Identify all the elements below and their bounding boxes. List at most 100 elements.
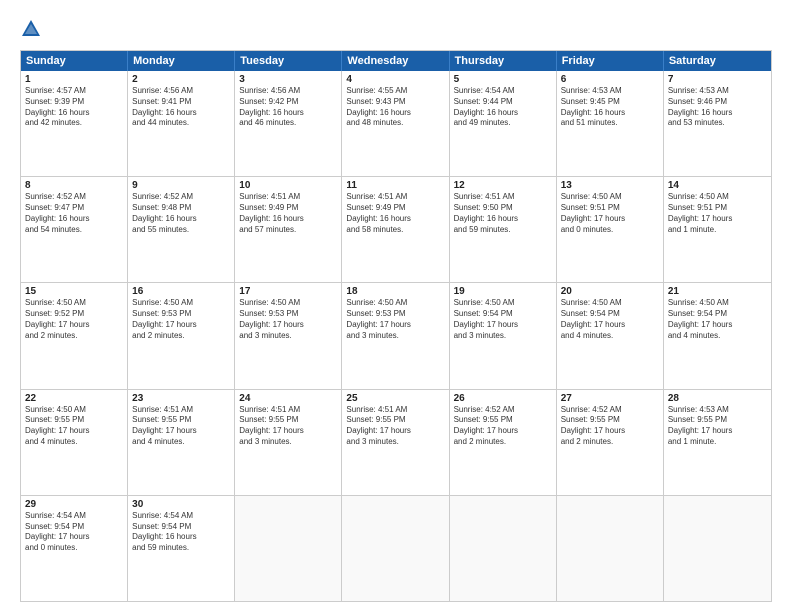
day-number: 18	[346, 286, 444, 297]
day-number: 30	[132, 499, 230, 510]
day-number: 24	[239, 393, 337, 404]
day-number: 8	[25, 180, 123, 191]
logo-icon	[20, 18, 42, 40]
day-number: 29	[25, 499, 123, 510]
cell-content: Sunrise: 4:56 AMSunset: 9:41 PMDaylight:…	[132, 86, 230, 129]
calendar-cell: 9Sunrise: 4:52 AMSunset: 9:48 PMDaylight…	[128, 177, 235, 282]
calendar-cell: 24Sunrise: 4:51 AMSunset: 9:55 PMDayligh…	[235, 390, 342, 495]
cell-content: Sunrise: 4:51 AMSunset: 9:55 PMDaylight:…	[132, 405, 230, 448]
calendar-cell: 28Sunrise: 4:53 AMSunset: 9:55 PMDayligh…	[664, 390, 771, 495]
day-number: 1	[25, 74, 123, 85]
logo	[20, 18, 48, 40]
day-number: 6	[561, 74, 659, 85]
calendar-header-day: Sunday	[21, 51, 128, 71]
calendar-cell: 27Sunrise: 4:52 AMSunset: 9:55 PMDayligh…	[557, 390, 664, 495]
day-number: 12	[454, 180, 552, 191]
cell-content: Sunrise: 4:50 AMSunset: 9:53 PMDaylight:…	[346, 298, 444, 341]
calendar-row: 15Sunrise: 4:50 AMSunset: 9:52 PMDayligh…	[21, 283, 771, 389]
cell-content: Sunrise: 4:53 AMSunset: 9:45 PMDaylight:…	[561, 86, 659, 129]
cell-content: Sunrise: 4:52 AMSunset: 9:55 PMDaylight:…	[561, 405, 659, 448]
calendar-cell: 22Sunrise: 4:50 AMSunset: 9:55 PMDayligh…	[21, 390, 128, 495]
header	[20, 18, 772, 40]
day-number: 11	[346, 180, 444, 191]
day-number: 7	[668, 74, 767, 85]
cell-content: Sunrise: 4:50 AMSunset: 9:54 PMDaylight:…	[668, 298, 767, 341]
calendar-row: 29 Sunrise: 4:54 AMSunset: 9:54 PMDayligh…	[21, 496, 771, 601]
calendar-row: 1Sunrise: 4:57 AMSunset: 9:39 PMDaylight…	[21, 71, 771, 177]
day-number: 3	[239, 74, 337, 85]
day-number: 4	[346, 74, 444, 85]
cell-content: Sunrise: 4:50 AMSunset: 9:51 PMDaylight:…	[561, 192, 659, 235]
calendar-cell: 26Sunrise: 4:52 AMSunset: 9:55 PMDayligh…	[450, 390, 557, 495]
day-number: 27	[561, 393, 659, 404]
calendar-cell: 21Sunrise: 4:50 AMSunset: 9:54 PMDayligh…	[664, 283, 771, 388]
calendar-cell: 10Sunrise: 4:51 AMSunset: 9:49 PMDayligh…	[235, 177, 342, 282]
day-number: 17	[239, 286, 337, 297]
calendar-cell	[557, 496, 664, 601]
day-number: 26	[454, 393, 552, 404]
calendar-header-day: Tuesday	[235, 51, 342, 71]
day-number: 20	[561, 286, 659, 297]
calendar-body: 1Sunrise: 4:57 AMSunset: 9:39 PMDaylight…	[21, 71, 771, 601]
cell-content: Sunrise: 4:55 AMSunset: 9:43 PMDaylight:…	[346, 86, 444, 129]
cell-content: Sunrise: 4:51 AMSunset: 9:49 PMDaylight:…	[239, 192, 337, 235]
calendar-cell: 8Sunrise: 4:52 AMSunset: 9:47 PMDaylight…	[21, 177, 128, 282]
calendar-cell: 19Sunrise: 4:50 AMSunset: 9:54 PMDayligh…	[450, 283, 557, 388]
cell-content: Sunrise: 4:56 AMSunset: 9:42 PMDaylight:…	[239, 86, 337, 129]
calendar-cell: 11Sunrise: 4:51 AMSunset: 9:49 PMDayligh…	[342, 177, 449, 282]
day-number: 19	[454, 286, 552, 297]
calendar-header-day: Saturday	[664, 51, 771, 71]
cell-content: Sunrise: 4:52 AMSunset: 9:48 PMDaylight:…	[132, 192, 230, 235]
calendar-cell: 17Sunrise: 4:50 AMSunset: 9:53 PMDayligh…	[235, 283, 342, 388]
cell-content: Sunrise: 4:54 AMSunset: 9:54 PMDaylight:…	[132, 511, 230, 554]
cell-content: Sunrise: 4:50 AMSunset: 9:53 PMDaylight:…	[239, 298, 337, 341]
cell-content: Sunrise: 4:51 AMSunset: 9:49 PMDaylight:…	[346, 192, 444, 235]
day-number: 23	[132, 393, 230, 404]
calendar-header-day: Wednesday	[342, 51, 449, 71]
day-number: 28	[668, 393, 767, 404]
calendar-cell: 13Sunrise: 4:50 AMSunset: 9:51 PMDayligh…	[557, 177, 664, 282]
cell-content: Sunrise: 4:57 AMSunset: 9:39 PMDaylight:…	[25, 86, 123, 129]
cell-content: Sunrise: 4:50 AMSunset: 9:52 PMDaylight:…	[25, 298, 123, 341]
calendar-cell: 14Sunrise: 4:50 AMSunset: 9:51 PMDayligh…	[664, 177, 771, 282]
day-number: 9	[132, 180, 230, 191]
calendar-header: SundayMondayTuesdayWednesdayThursdayFrid…	[21, 51, 771, 71]
cell-content: Sunrise: 4:51 AMSunset: 9:50 PMDaylight:…	[454, 192, 552, 235]
calendar-cell: 12Sunrise: 4:51 AMSunset: 9:50 PMDayligh…	[450, 177, 557, 282]
cell-content: Sunrise: 4:53 AMSunset: 9:46 PMDaylight:…	[668, 86, 767, 129]
page: SundayMondayTuesdayWednesdayThursdayFrid…	[0, 0, 792, 612]
calendar-cell	[342, 496, 449, 601]
cell-content: Sunrise: 4:54 AMSunset: 9:44 PMDaylight:…	[454, 86, 552, 129]
calendar-cell: 6Sunrise: 4:53 AMSunset: 9:45 PMDaylight…	[557, 71, 664, 176]
day-number: 13	[561, 180, 659, 191]
cell-content: Sunrise: 4:50 AMSunset: 9:51 PMDaylight:…	[668, 192, 767, 235]
calendar-row: 8Sunrise: 4:52 AMSunset: 9:47 PMDaylight…	[21, 177, 771, 283]
calendar-cell: 30Sunrise: 4:54 AMSunset: 9:54 PMDayligh…	[128, 496, 235, 601]
day-number: 21	[668, 286, 767, 297]
calendar-cell: 1Sunrise: 4:57 AMSunset: 9:39 PMDaylight…	[21, 71, 128, 176]
calendar-cell: 2Sunrise: 4:56 AMSunset: 9:41 PMDaylight…	[128, 71, 235, 176]
calendar-cell: 4Sunrise: 4:55 AMSunset: 9:43 PMDaylight…	[342, 71, 449, 176]
calendar-cell: 20Sunrise: 4:50 AMSunset: 9:54 PMDayligh…	[557, 283, 664, 388]
day-number: 16	[132, 286, 230, 297]
cell-content: Sunrise: 4:53 AMSunset: 9:55 PMDaylight:…	[668, 405, 767, 448]
cell-content: Sunrise: 4:52 AMSunset: 9:47 PMDaylight:…	[25, 192, 123, 235]
calendar-header-day: Monday	[128, 51, 235, 71]
calendar-cell	[664, 496, 771, 601]
cell-content: Sunrise: 4:51 AMSunset: 9:55 PMDaylight:…	[239, 405, 337, 448]
cell-content: Sunrise: 4:52 AMSunset: 9:55 PMDaylight:…	[454, 405, 552, 448]
cell-content: Sunrise: 4:50 AMSunset: 9:55 PMDaylight:…	[25, 405, 123, 448]
calendar-cell: 3Sunrise: 4:56 AMSunset: 9:42 PMDaylight…	[235, 71, 342, 176]
day-number: 25	[346, 393, 444, 404]
day-number: 15	[25, 286, 123, 297]
calendar-cell: 25Sunrise: 4:51 AMSunset: 9:55 PMDayligh…	[342, 390, 449, 495]
calendar-cell: 16Sunrise: 4:50 AMSunset: 9:53 PMDayligh…	[128, 283, 235, 388]
day-number: 2	[132, 74, 230, 85]
calendar-cell: 7Sunrise: 4:53 AMSunset: 9:46 PMDaylight…	[664, 71, 771, 176]
calendar-header-day: Friday	[557, 51, 664, 71]
day-number: 22	[25, 393, 123, 404]
calendar-cell: 18Sunrise: 4:50 AMSunset: 9:53 PMDayligh…	[342, 283, 449, 388]
cell-content: Sunrise: 4:50 AMSunset: 9:54 PMDaylight:…	[454, 298, 552, 341]
calendar-cell: 15Sunrise: 4:50 AMSunset: 9:52 PMDayligh…	[21, 283, 128, 388]
calendar-header-day: Thursday	[450, 51, 557, 71]
